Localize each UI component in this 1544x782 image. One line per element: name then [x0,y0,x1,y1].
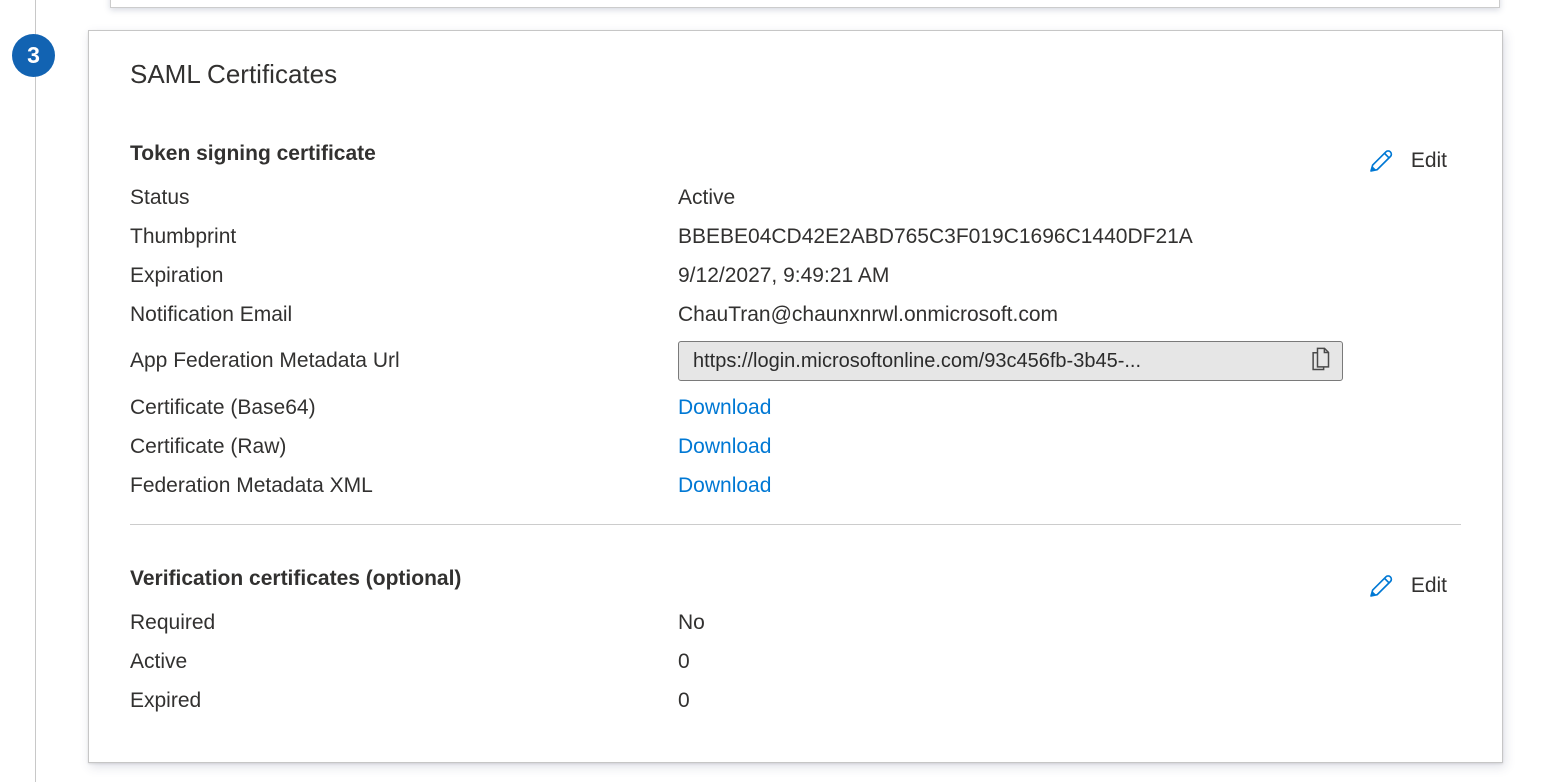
section-divider [130,524,1461,525]
thumbprint-value: BBEBE04CD42E2ABD765C3F019C1696C1440DF21A [678,225,1461,249]
app-federation-metadata-url-label: App Federation Metadata Url [130,349,678,373]
federation-metadata-xml-row: Federation Metadata XML Download [130,466,1461,505]
federation-metadata-xml-download-link[interactable]: Download [678,474,771,497]
edit-button-label: Edit [1411,149,1447,173]
wizard-connector-line [35,0,36,782]
certificate-base64-cell: Download [678,396,1461,420]
expired-count-row: Expired 0 [130,681,1461,720]
thumbprint-row: Thumbprint BBEBE04CD42E2ABD765C3F019C169… [130,217,1461,256]
required-label: Required [130,611,678,635]
certificate-raw-row: Certificate (Raw) Download [130,427,1461,466]
verification-certificates-heading: Verification certificates (optional) [130,567,461,591]
saml-sso-page: 3 SAML Certificates Token signing certif… [0,0,1544,782]
edit-verification-certificates-button[interactable]: Edit [1365,571,1447,602]
status-label: Status [130,186,678,210]
status-value: Active [678,186,1461,210]
federation-metadata-xml-label: Federation Metadata XML [130,474,678,498]
certificate-raw-cell: Download [678,435,1461,459]
expiration-label: Expiration [130,264,678,288]
edit-button-label: Edit [1411,574,1447,598]
token-signing-section-header: Token signing certificate Edit [130,136,1461,172]
notification-email-value: ChauTran@chaunxnrwl.onmicrosoft.com [678,303,1461,327]
token-signing-rows: Status Active Thumbprint BBEBE04CD42E2AB… [130,178,1461,505]
app-federation-metadata-url-value: https://login.microsoftonline.com/93c456… [693,350,1141,373]
previous-step-card-fragment [110,0,1500,8]
thumbprint-label: Thumbprint [130,225,678,249]
notification-email-row: Notification Email ChauTran@chaunxnrwl.o… [130,295,1461,334]
app-federation-metadata-url-row: App Federation Metadata Url https://logi… [130,334,1461,388]
active-count-label: Active [130,650,678,674]
step-number: 3 [27,42,40,69]
required-value: No [678,611,1461,635]
copy-url-button[interactable] [1300,345,1333,377]
certificate-raw-download-link[interactable]: Download [678,435,771,458]
notification-email-label: Notification Email [130,303,678,327]
edit-token-signing-certificate-button[interactable]: Edit [1365,146,1447,177]
federation-metadata-xml-cell: Download [678,474,1461,498]
expired-count-value: 0 [678,689,1461,713]
step-3-badge: 3 [12,34,55,77]
required-row: Required No [130,603,1461,642]
pencil-icon [1365,571,1396,602]
verification-rows: Required No Active 0 Expired 0 [130,603,1461,720]
copy-icon [1308,345,1333,377]
saml-certificates-card: SAML Certificates Token signing certific… [88,30,1503,763]
token-signing-heading: Token signing certificate [130,142,376,166]
active-count-row: Active 0 [130,642,1461,681]
app-federation-metadata-url-cell: https://login.microsoftonline.com/93c456… [678,341,1461,381]
certificate-base64-row: Certificate (Base64) Download [130,388,1461,427]
status-row: Status Active [130,178,1461,217]
certificate-base64-label: Certificate (Base64) [130,396,678,420]
expiration-value: 9/12/2027, 9:49:21 AM [678,264,1461,288]
expiration-row: Expiration 9/12/2027, 9:49:21 AM [130,256,1461,295]
pencil-icon [1365,146,1396,177]
certificate-raw-label: Certificate (Raw) [130,435,678,459]
expired-count-label: Expired [130,689,678,713]
verification-section-header: Verification certificates (optional) Edi… [130,561,1461,597]
app-federation-metadata-url-field[interactable]: https://login.microsoftonline.com/93c456… [678,341,1343,381]
certificate-base64-download-link[interactable]: Download [678,396,771,419]
card-title: SAML Certificates [130,58,1461,90]
active-count-value: 0 [678,650,1461,674]
